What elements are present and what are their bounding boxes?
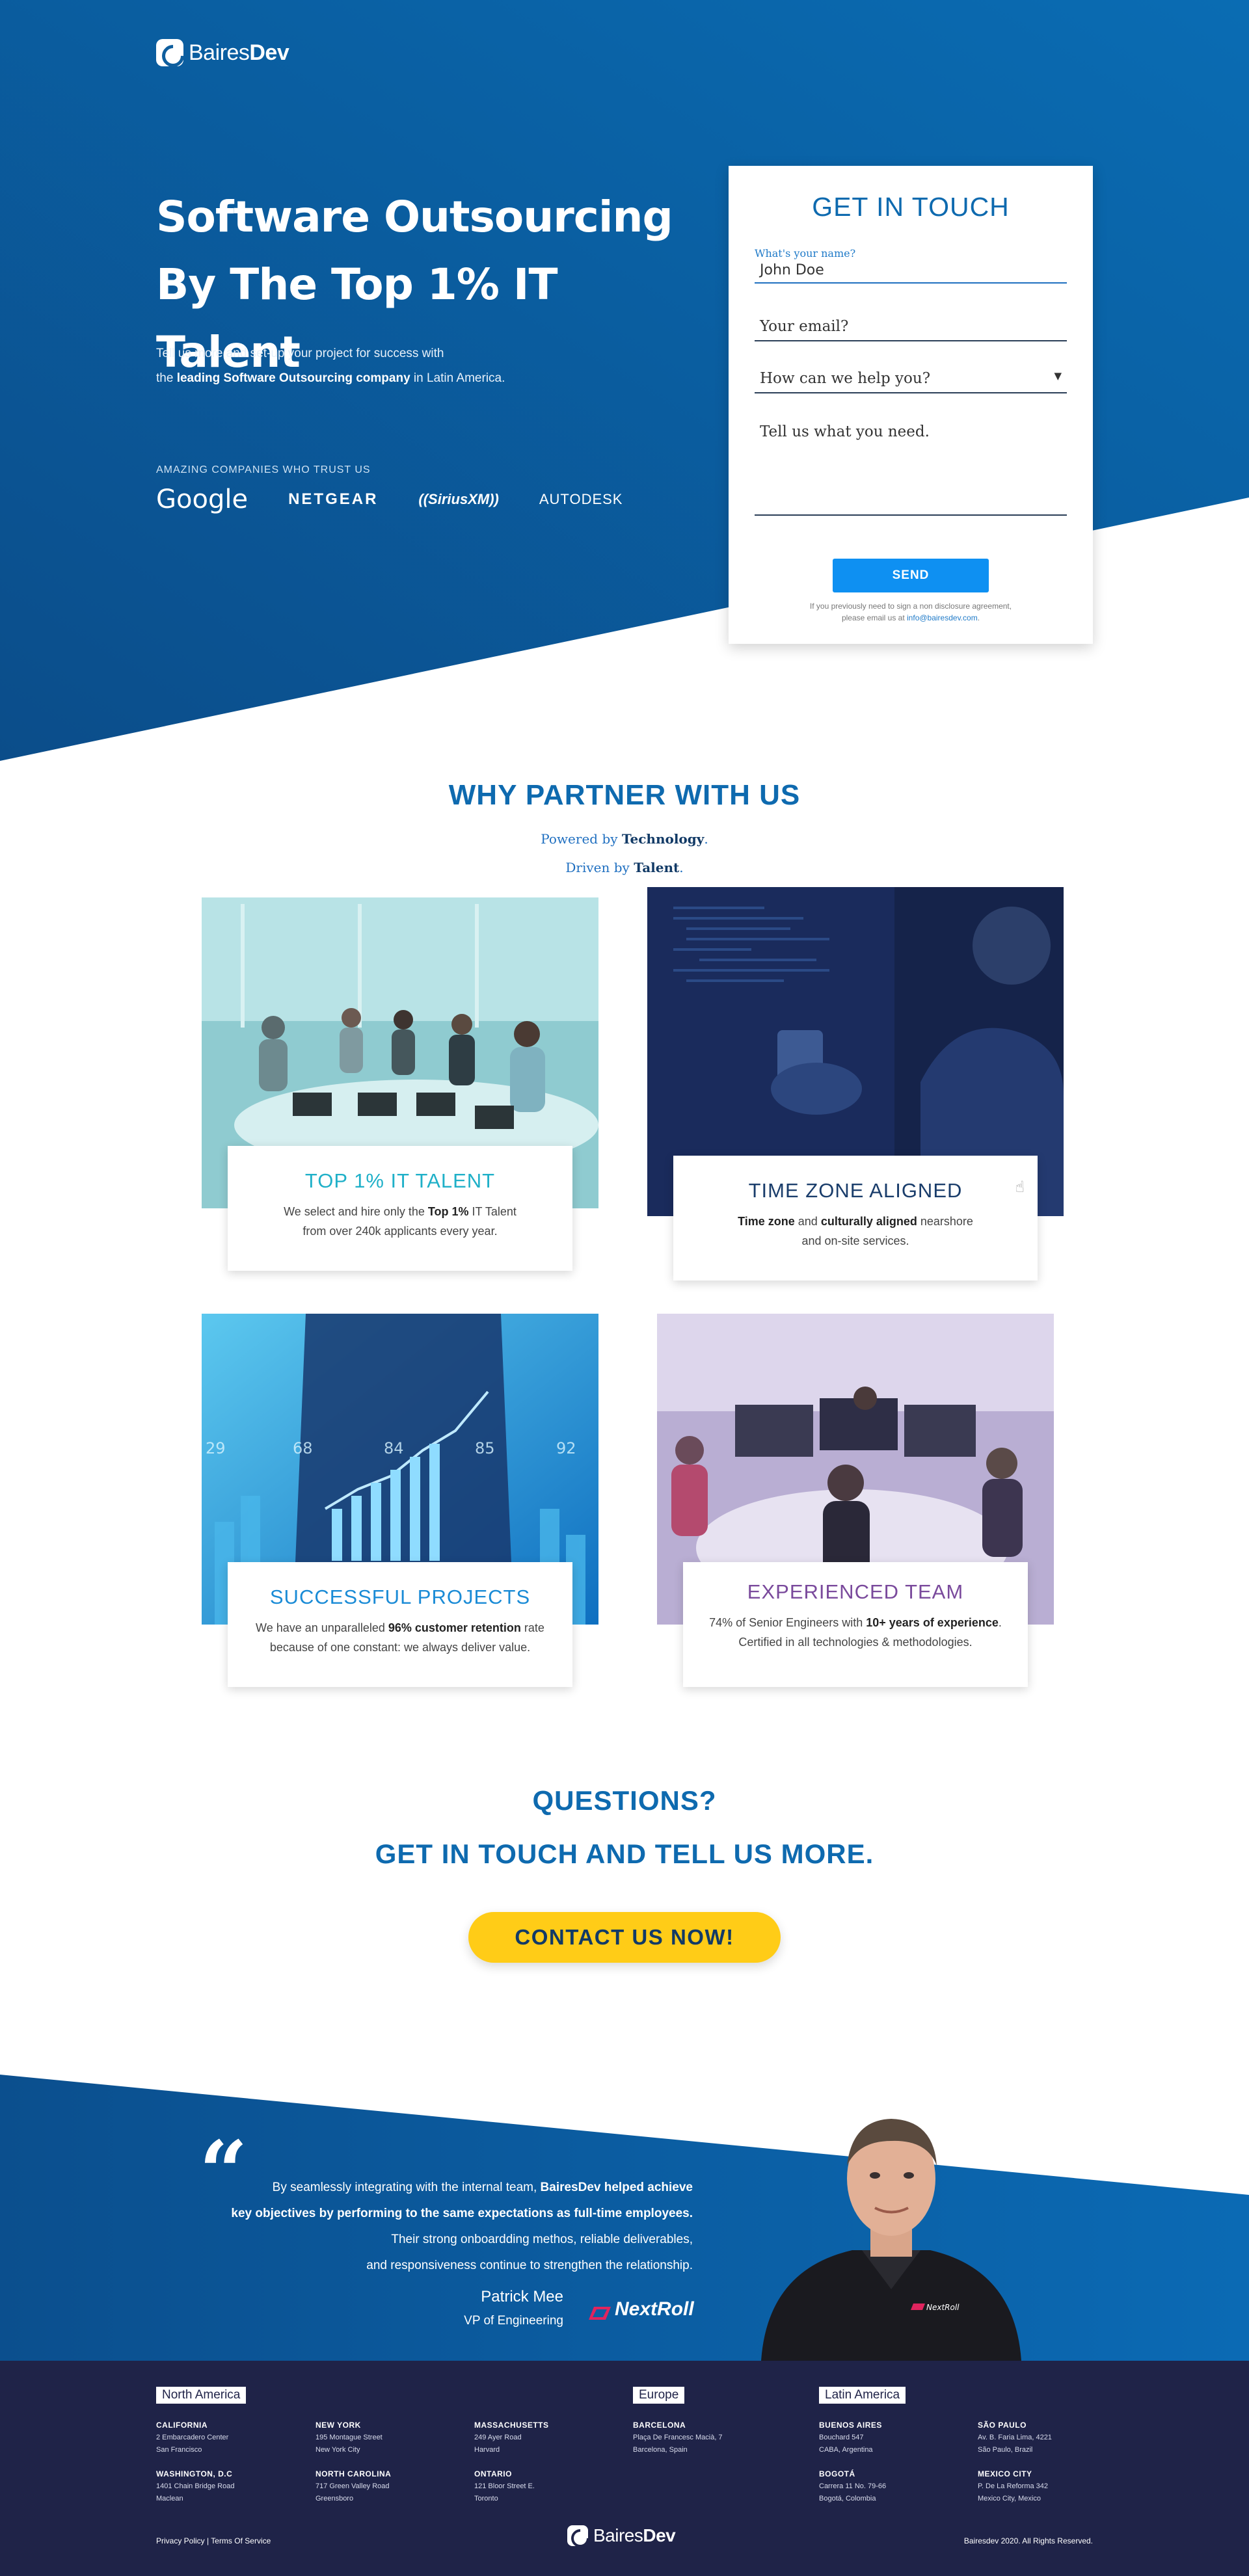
siriusxm-logo: ((SiriusXM))	[418, 491, 499, 507]
netgear-logo: NETGEAR	[288, 490, 379, 508]
office-barcelona: BARCELONA Plaça De Francesc Macià, 7 Barce…	[633, 2421, 723, 2454]
office-washington: WASHINGTON, D.C 1401 Chain Bridge Road Mac…	[156, 2469, 235, 2503]
card-title: EXPERIENCED TEAM	[747, 1580, 964, 1603]
message-textarea[interactable]: Tell us what you need.	[755, 419, 1067, 516]
office-mexico-city: MEXICO CITY P. De La Reforma 342 Mexico Ci…	[978, 2469, 1049, 2503]
copyright: Bairesdev 2020. All Rights Reserved.	[963, 2536, 1093, 2545]
svg-text:85: 85	[475, 1439, 495, 1457]
footer-links: Privacy Policy | Terms Of Service	[156, 2536, 271, 2545]
questions-subheading: GET IN TOUCH AND TELL US MORE.	[375, 1839, 874, 1869]
office-north-carolina: NORTH CAROLINA 717 Green Valley Road Green…	[316, 2469, 392, 2503]
office-new-york: NEW YORK 195 Montague Street New York City	[316, 2421, 383, 2454]
footer: North America Europe Latin America CALIF…	[0, 2361, 1249, 2576]
questions-heading: QUESTIONS?	[532, 1785, 717, 1816]
why-tagline-2: Driven by Talent.	[565, 860, 684, 875]
send-button[interactable]: SEND	[833, 559, 989, 592]
region-north-america: North America	[156, 2387, 247, 2404]
card-description: We select and hire only the Top 1% IT Ta…	[284, 1205, 517, 1238]
privacy-policy-link[interactable]: Privacy Policy	[156, 2536, 205, 2545]
card-title: TOP 1% IT TALENT	[304, 1169, 496, 1192]
name-field[interactable]: What's your name? John Doe	[755, 247, 1067, 284]
message-placeholder: Tell us what you need.	[760, 423, 930, 440]
name-label: What's your name?	[755, 247, 856, 259]
card-description: We have an unparalleled 96% customer ret…	[256, 1621, 544, 1654]
chevron-down-icon: ▼	[1054, 370, 1062, 382]
card-description: Time zone and culturally aligned nearsho…	[738, 1215, 973, 1247]
svg-text:92: 92	[556, 1439, 576, 1457]
email-input[interactable]: Your email?	[755, 314, 1067, 340]
client-logos: Google NETGEAR ((SiriusXM)) AUTODESK	[156, 485, 663, 514]
card-time-zone: TIME ZONE ALIGNED Time zone and cultural…	[673, 1156, 1038, 1281]
bairesdev-logo-icon	[567, 2525, 588, 2546]
bairesdev-logo[interactable]: BairesDev	[156, 39, 289, 66]
name-input[interactable]: John Doe	[755, 259, 1067, 282]
svg-text:29: 29	[206, 1439, 226, 1457]
office-california: CALIFORNIA 2 Embarcadero Center San Franci…	[156, 2421, 229, 2454]
email-field[interactable]: Your email?	[755, 314, 1067, 341]
why-title: WHY PARTNER WITH US	[448, 779, 801, 811]
email-link[interactable]: info@bairesdev.com	[907, 613, 978, 622]
testimonial-author: Patrick Mee	[481, 2288, 563, 2305]
office-ontario: ONTARIO 121 Bloor Street E. Toronto	[474, 2469, 535, 2503]
contact-us-button[interactable]: CONTACT US NOW!	[468, 1912, 781, 1963]
google-logo: Google	[156, 485, 248, 514]
footer-bairesdev-logo[interactable]: BairesDev	[567, 2525, 676, 2546]
autodesk-logo: AUTODESK	[539, 491, 623, 507]
help-select[interactable]: How can we help you? ▼	[755, 366, 1067, 393]
testimonial-portrait: NextRoll	[755, 2101, 1028, 2364]
card-experienced-team: EXPERIENCED TEAM 74% of Senior Engineers…	[683, 1562, 1028, 1687]
office-bogota: BOGOTÁ Carrera 11 No. 79-66 Bogotá, Colomb…	[819, 2469, 887, 2503]
card-title: SUCCESSFUL PROJECTS	[269, 1586, 531, 1608]
hand-cursor-icon: ☝	[1015, 1178, 1025, 1196]
region-europe: Europe	[633, 2387, 685, 2404]
testimonial-role: VP of Engineering	[464, 2314, 563, 2328]
office-sao-paulo: SÃO PAULO Av. B. Faria Lima, 4221 São Paul…	[978, 2421, 1052, 2454]
svg-text:84: 84	[384, 1439, 404, 1457]
trust-label: AMAZING COMPANIES WHO TRUST US	[156, 464, 371, 475]
help-select-value: How can we help you?	[760, 370, 931, 387]
region-latin-america: Latin America	[819, 2387, 906, 2404]
hero-section: BairesDev Software Outsourcing By The To…	[0, 0, 1249, 767]
nextroll-logo: NextRoll	[589, 2298, 694, 2320]
svg-text:68: 68	[293, 1439, 313, 1457]
testimonial-quote: By seamlessly integrating with the inter…	[231, 2181, 693, 2272]
terms-link[interactable]: Terms Of Service	[211, 2536, 271, 2545]
svg-text:NextRoll: NextRoll	[926, 2303, 960, 2312]
hero-subtitle: Tell us more and set-up your project for…	[156, 347, 505, 385]
office-buenos-aires: BUENOS AIRES Bouchard 547 CABA, Argentina	[819, 2421, 882, 2454]
contact-form: GET IN TOUCH What's your name? John Doe …	[729, 166, 1093, 644]
nextroll-icon	[589, 2303, 611, 2320]
nda-note: If you previously need to sign a non dis…	[809, 602, 1012, 622]
form-title: GET IN TOUCH	[812, 192, 1010, 222]
why-tagline-1: Powered by Technology.	[541, 831, 708, 847]
bairesdev-logo-icon	[156, 39, 183, 66]
card-description: 74% of Senior Engineers with 10+ years o…	[709, 1616, 1002, 1649]
card-top-talent: TOP 1% IT TALENT We select and hire only…	[228, 1146, 572, 1271]
office-massachusetts: MASSACHUSETTS 249 Ayer Road Harvard	[474, 2421, 549, 2454]
card-title: TIME ZONE ALIGNED	[748, 1179, 963, 1202]
card-successful-projects: SUCCESSFUL PROJECTS We have an unparalle…	[228, 1562, 572, 1687]
